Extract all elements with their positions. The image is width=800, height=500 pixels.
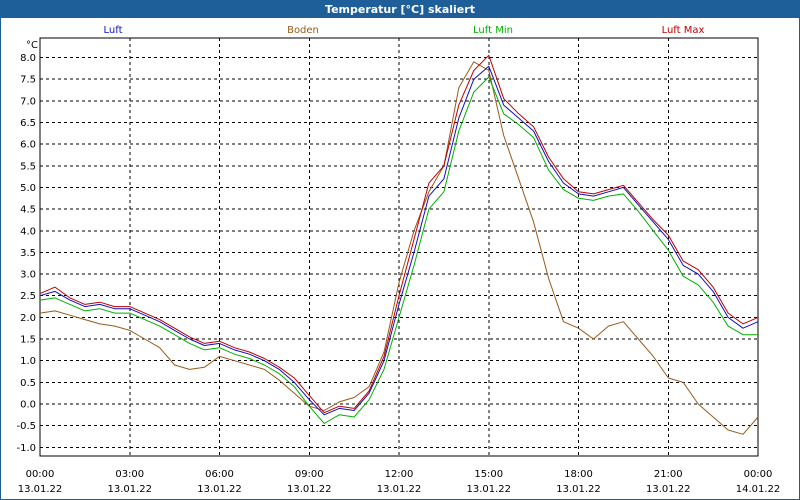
legend-item-boden: Boden: [287, 25, 319, 36]
legend-item-luft-max: Luft Max: [662, 25, 705, 36]
y-tick-label: 6.5: [20, 118, 36, 129]
x-axis: 00:00 13.01.22 03:00 13.01.22 06:00 13.01.22 0…: [18, 469, 781, 495]
legend-item-luft: Luft: [104, 25, 123, 36]
y-tick-label: 1.5: [20, 335, 36, 346]
y-tick-label: 8.0: [20, 53, 36, 64]
x-tick-date: 13.01.22: [197, 484, 242, 495]
y-axis-unit: °C: [26, 40, 38, 51]
x-tick-time: 18:00: [564, 469, 593, 480]
x-tick-date: 13.01.22: [466, 484, 511, 495]
y-tick-label: 1.0: [20, 356, 36, 367]
x-tick-date: 13.01.22: [556, 484, 601, 495]
x-tick-date: 13.01.22: [107, 484, 152, 495]
x-tick-time: 15:00: [474, 469, 503, 480]
series-line-luft-max: [39, 54, 759, 414]
y-tick-label: 0.5: [20, 378, 36, 389]
y-tick-label: 6.0: [20, 140, 36, 151]
y-tick-label: 7.0: [20, 96, 36, 107]
x-tick-time: 09:00: [295, 469, 324, 480]
y-tick-label: 0.0: [20, 400, 36, 411]
y-tick-label: 5.0: [20, 183, 36, 194]
y-tick-label: 3.5: [20, 248, 36, 259]
x-tick-time: 00:00: [744, 469, 773, 480]
y-tick-label: 2.5: [20, 291, 36, 302]
x-tick-time: 00:00: [26, 469, 55, 480]
y-tick-label: 4.5: [20, 205, 36, 216]
y-tick-label: 2.0: [20, 313, 36, 324]
x-tick-time: 03:00: [115, 469, 144, 480]
x-tick-date: 13.01.22: [18, 484, 63, 495]
x-tick-time: 06:00: [205, 469, 234, 480]
temperature-chart: -1.0 -0.5 0.0 0.5 1.0 1.5 2.0 2.5 3.0 3.5 4.0 4.5 5.…: [16, 25, 781, 495]
grid: [40, 38, 758, 456]
y-axis: -1.0 -0.5 0.0 0.5 1.0 1.5 2.0 2.5 3.0 3.5 4.0 4.5 5.…: [16, 53, 36, 454]
y-tick-label: 3.0: [20, 270, 36, 281]
y-tick-label: 7.5: [20, 75, 36, 86]
y-tick-label: -0.5: [16, 421, 36, 432]
x-tick-time: 21:00: [654, 469, 683, 480]
legend: Luft Boden Luft Min Luft Max: [104, 25, 705, 36]
x-tick-date: 14.01.22: [736, 484, 781, 495]
x-tick-date: 13.01.22: [287, 484, 332, 495]
x-tick-time: 12:00: [385, 469, 414, 480]
x-tick-date: 13.01.22: [377, 484, 422, 495]
legend-item-luft-min: Luft Min: [473, 25, 513, 36]
x-tick-date: 13.01.22: [646, 484, 691, 495]
y-tick-label: 4.0: [20, 226, 36, 237]
y-tick-label: -1.0: [16, 443, 36, 454]
y-tick-label: 5.5: [20, 161, 36, 172]
